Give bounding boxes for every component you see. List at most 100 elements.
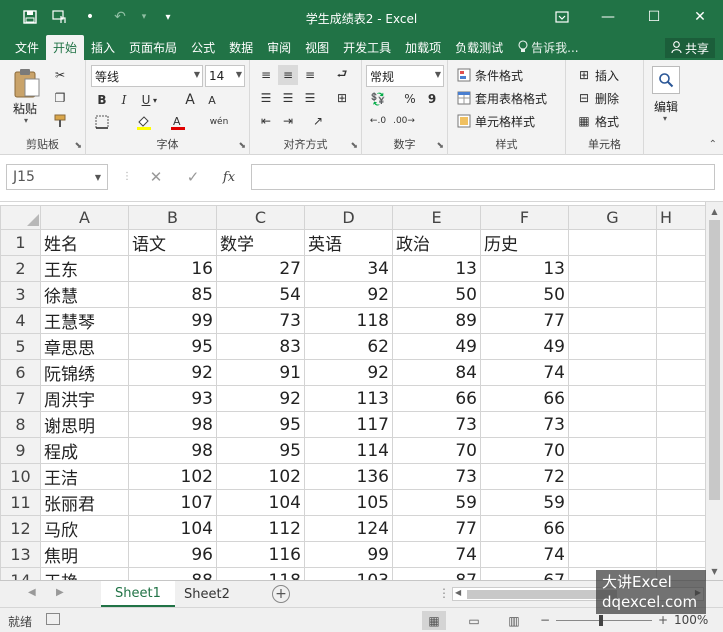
cell-a3[interactable]: 徐慧 [40, 281, 129, 308]
decrease-indent-icon[interactable]: ⇤ [256, 111, 276, 131]
column-header-a[interactable]: A [40, 205, 129, 230]
clipboard-launcher-icon[interactable]: ⬊ [74, 141, 82, 151]
cell-b13[interactable]: 96 [128, 541, 217, 568]
row-header[interactable]: 14 [0, 567, 41, 580]
formula-input[interactable] [251, 164, 715, 190]
redo-icon[interactable]: ▾ [138, 6, 150, 28]
cell-d3[interactable]: 92 [304, 281, 393, 308]
cell-e8[interactable]: 73 [392, 411, 481, 438]
row-header[interactable]: 8 [0, 411, 41, 438]
cell-a4[interactable]: 王慧琴 [40, 307, 129, 334]
cell-e7[interactable]: 66 [392, 385, 481, 412]
cell-b6[interactable]: 92 [128, 359, 217, 386]
phonetic-guide-button[interactable]: wén [206, 112, 232, 132]
row-header[interactable]: 11 [0, 489, 41, 516]
collapse-ribbon-icon[interactable]: ⌃ [709, 139, 717, 150]
zoom-out-button[interactable]: − [540, 613, 550, 627]
format-cells-label[interactable]: 格式 [595, 113, 619, 130]
cell-styles-icon[interactable] [454, 111, 474, 131]
scroll-left-icon[interactable]: ◀ [455, 588, 461, 597]
decrease-decimal-icon[interactable]: .00→ [393, 111, 415, 131]
zoom-slider[interactable] [556, 620, 652, 621]
prev-sheet-icon[interactable]: ◀ [28, 587, 36, 598]
cell-b3[interactable]: 85 [128, 281, 217, 308]
tab-view[interactable]: 视图 [298, 35, 336, 60]
cell-c7[interactable]: 92 [216, 385, 305, 412]
cell-d4[interactable]: 118 [304, 307, 393, 334]
cell-d2[interactable]: 34 [304, 255, 393, 282]
paste-dropdown-icon[interactable]: ▾ [24, 116, 28, 125]
cell-d6[interactable]: 92 [304, 359, 393, 386]
scroll-down-icon[interactable]: ▼ [706, 564, 723, 578]
cell-g10[interactable] [568, 463, 657, 490]
orientation-icon[interactable]: ↗ [308, 111, 328, 131]
sheet-tab-sheet2[interactable]: Sheet2 [170, 581, 244, 607]
cell-e11[interactable]: 59 [392, 489, 481, 516]
row-header[interactable]: 9 [0, 437, 41, 464]
share-button[interactable]: 共享 [664, 38, 715, 58]
editing-dropdown-icon[interactable]: ▾ [663, 114, 667, 123]
tab-addins[interactable]: 加载项 [398, 35, 448, 60]
cell-c10[interactable]: 102 [216, 463, 305, 490]
cell-g1[interactable] [568, 229, 657, 256]
cell-g13[interactable] [568, 541, 657, 568]
cell-f12[interactable]: 66 [480, 515, 569, 542]
cell-a10[interactable]: 王洁 [40, 463, 129, 490]
font-color-icon[interactable]: A [168, 112, 188, 132]
cell-a1[interactable]: 姓名 [40, 229, 129, 256]
cell-g9[interactable] [568, 437, 657, 464]
cell-f6[interactable]: 74 [480, 359, 569, 386]
accounting-format-icon[interactable]: 💱 [368, 89, 388, 109]
row-header[interactable]: 10 [0, 463, 41, 490]
tab-developer[interactable]: 开发工具 [336, 35, 398, 60]
cell-d9[interactable]: 114 [304, 437, 393, 464]
cell-e5[interactable]: 49 [392, 333, 481, 360]
font-name-select[interactable]: 等线 ▼ [91, 65, 203, 87]
customize-qat-icon[interactable]: ▾ [156, 6, 180, 28]
cell-b12[interactable]: 104 [128, 515, 217, 542]
add-sheet-button[interactable]: + [272, 585, 290, 603]
alignment-launcher-icon[interactable]: ⬊ [350, 141, 358, 151]
cell-c11[interactable]: 104 [216, 489, 305, 516]
column-header-b[interactable]: B [128, 205, 217, 230]
tab-file[interactable]: 文件 [8, 35, 46, 60]
insert-cells-icon[interactable]: ⊞ [574, 65, 594, 85]
cell-f10[interactable]: 72 [480, 463, 569, 490]
copy-icon[interactable]: ❐ [50, 88, 70, 108]
cell-c4[interactable]: 73 [216, 307, 305, 334]
cell-d8[interactable]: 117 [304, 411, 393, 438]
grow-font-button[interactable]: A [180, 90, 200, 110]
insert-cells-label[interactable]: 插入 [595, 67, 619, 84]
delete-cells-label[interactable]: 删除 [595, 90, 619, 107]
paste-icon[interactable] [10, 66, 44, 100]
tab-page-layout[interactable]: 页面布局 [122, 35, 184, 60]
maximize-button[interactable]: ☐ [631, 0, 677, 33]
cell-b11[interactable]: 107 [128, 489, 217, 516]
cell-e10[interactable]: 73 [392, 463, 481, 490]
column-header-d[interactable]: D [304, 205, 393, 230]
cell-g2[interactable] [568, 255, 657, 282]
normal-view-icon[interactable]: ▦ [422, 611, 446, 630]
cell-e12[interactable]: 77 [392, 515, 481, 542]
horizontal-scroll-thumb[interactable] [467, 590, 617, 599]
zoom-slider-thumb[interactable] [599, 615, 603, 626]
vertical-scroll-thumb[interactable] [709, 220, 720, 500]
cell-a2[interactable]: 王东 [40, 255, 129, 282]
cell-f9[interactable]: 70 [480, 437, 569, 464]
cell-b5[interactable]: 95 [128, 333, 217, 360]
cancel-entry-button[interactable]: ✕ [141, 164, 171, 190]
cell-g3[interactable] [568, 281, 657, 308]
cell-f14[interactable]: 67 [480, 567, 569, 580]
touch-mode-icon[interactable] [48, 6, 72, 28]
cell-c3[interactable]: 54 [216, 281, 305, 308]
fill-color-icon[interactable] [134, 112, 154, 132]
borders-icon[interactable] [92, 112, 112, 132]
tab-data[interactable]: 数据 [222, 35, 260, 60]
row-header[interactable]: 3 [0, 281, 41, 308]
vertical-scrollbar[interactable]: ▲ ▼ [705, 202, 723, 580]
cell-c6[interactable]: 91 [216, 359, 305, 386]
format-cells-icon[interactable]: ▦ [574, 111, 594, 131]
cell-a9[interactable]: 程成 [40, 437, 129, 464]
cell-f1[interactable]: 历史 [480, 229, 569, 256]
cell-a6[interactable]: 阮锦绣 [40, 359, 129, 386]
